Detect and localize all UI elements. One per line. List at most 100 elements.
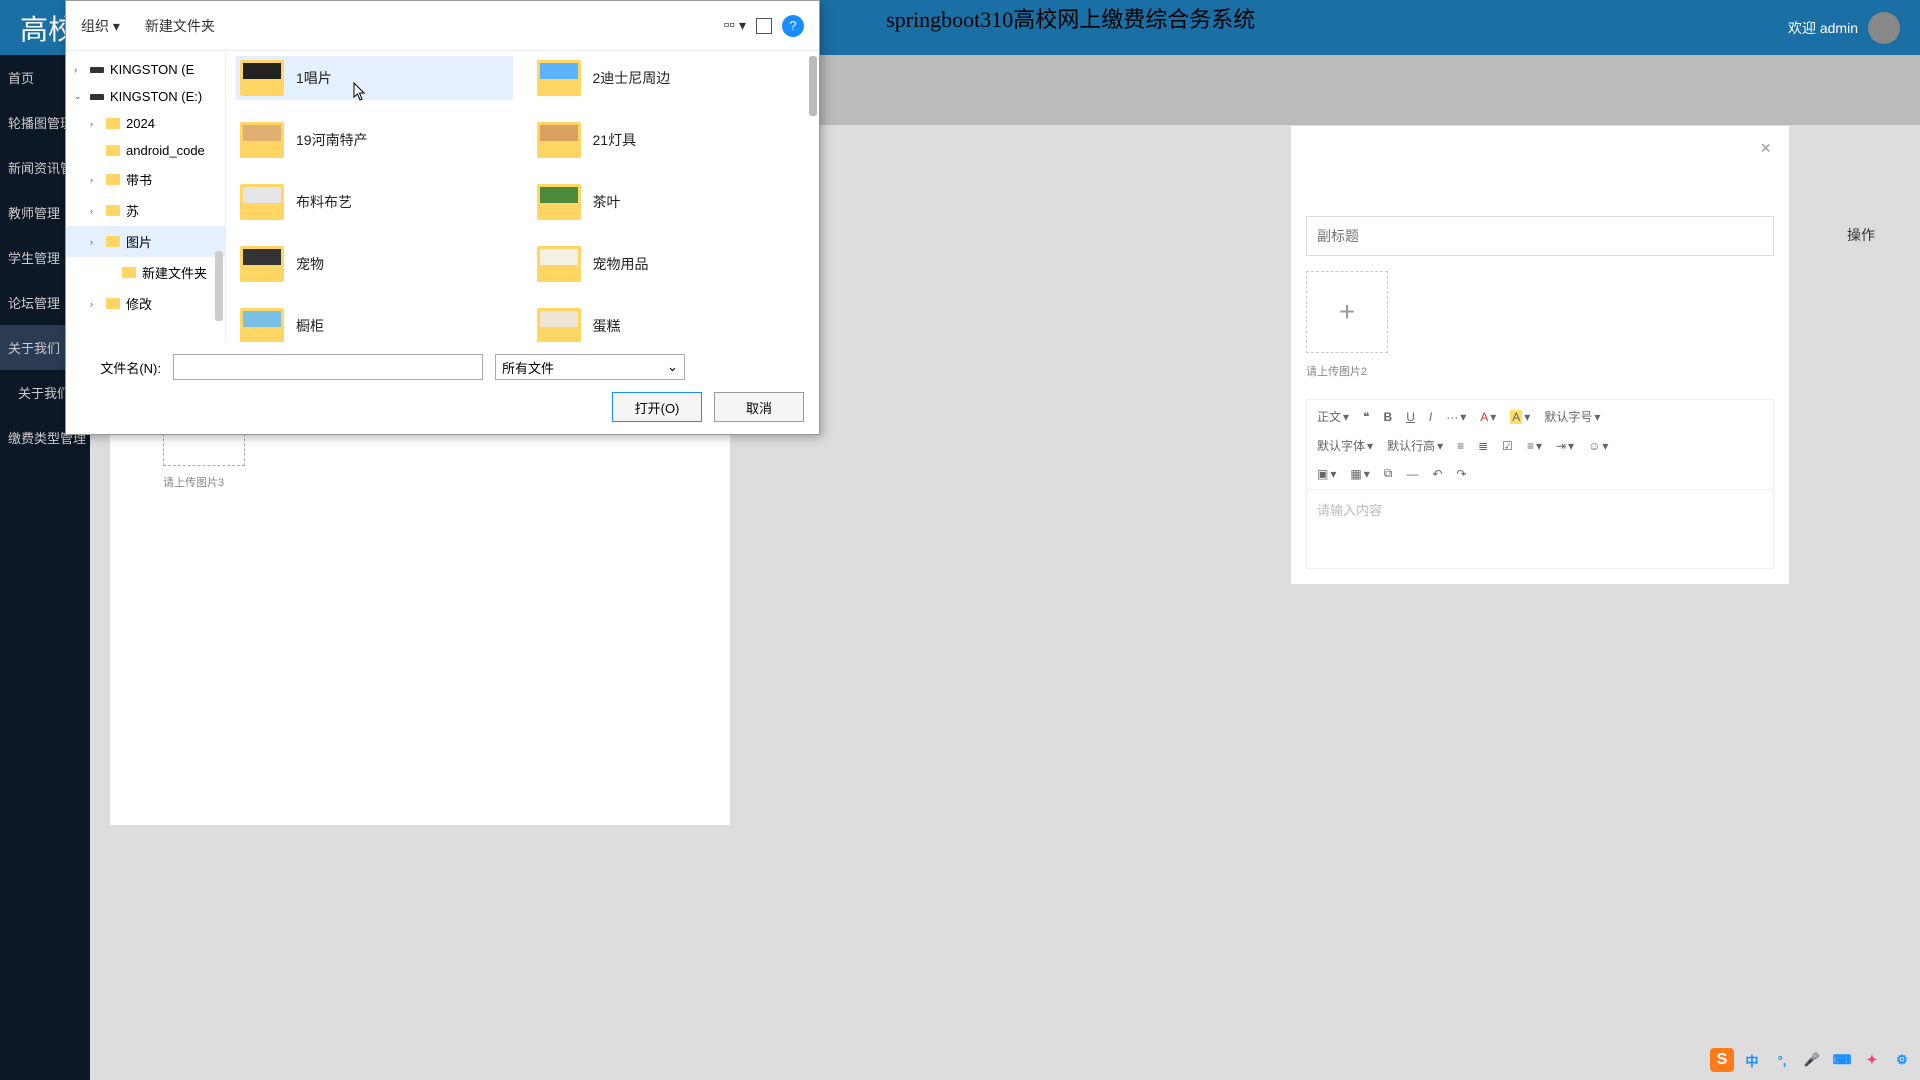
tb-bg-color[interactable]: A▾	[1504, 406, 1536, 428]
folder-thumb-icon	[240, 308, 284, 342]
file-item-label: 宠物用品	[593, 254, 649, 274]
subtitle-input[interactable]	[1306, 216, 1774, 256]
help-icon[interactable]: ?	[782, 15, 804, 37]
tb-paragraph[interactable]: 正文▾	[1311, 404, 1355, 429]
tb-font-size[interactable]: 默认字号▾	[1538, 404, 1606, 429]
tree-arrow-icon: ›	[90, 299, 100, 309]
fd-file-list: 1唱片 2迪士尼周边 19河南特产 21灯具布料布艺 茶叶宠物 宠物用品橱柜 蛋糕	[226, 51, 819, 342]
folder-thumb-icon	[537, 60, 581, 96]
fd-tree: ›KINGSTON (E⌄KINGSTON (E:)›2024android_c…	[66, 51, 226, 342]
upload-box-2[interactable]: +	[1306, 271, 1388, 353]
sidebar-item-label: 论坛管理	[8, 293, 60, 312]
filetype-select[interactable]: 所有文件⌄	[495, 354, 685, 380]
tree-node-4[interactable]: ›带书	[66, 164, 225, 195]
file-item-label: 蛋糕	[593, 316, 621, 336]
file-item-label: 19河南特产	[296, 130, 368, 150]
tb-underline[interactable]: U	[1400, 406, 1421, 428]
upload-3-label: 请上传图片3	[163, 474, 245, 490]
cancel-button[interactable]: 取消	[714, 392, 804, 422]
filename-input[interactable]	[173, 354, 483, 380]
page-title: springboot310高校网上缴费综合务系统	[886, 2, 1255, 34]
tree-node-3[interactable]: android_code	[66, 137, 225, 164]
file-item-0[interactable]: 1唱片	[236, 56, 513, 100]
tree-node-2[interactable]: ›2024	[66, 110, 225, 137]
ime-keyboard-icon[interactable]: ⌨	[1830, 1048, 1854, 1072]
folder-icon	[106, 174, 120, 185]
tb-indent[interactable]: ⇥▾	[1550, 435, 1580, 457]
drive-icon	[90, 67, 104, 73]
file-item-7[interactable]: 宠物用品	[533, 242, 810, 286]
file-item-label: 布料布艺	[296, 192, 352, 212]
tb-align[interactable]: ≡▾	[1521, 435, 1548, 457]
avatar[interactable]	[1868, 12, 1900, 44]
tb-ol[interactable]: ≣	[1472, 435, 1494, 457]
ime-sogou-icon[interactable]: S	[1710, 1048, 1734, 1072]
ime-tray: S 中 °, 🎤 ⌨ ✦ ⚙	[1710, 1048, 1914, 1072]
file-item-4[interactable]: 布料布艺	[236, 180, 513, 224]
tree-arrow-icon: ›	[90, 237, 100, 247]
tb-bold[interactable]: B	[1378, 406, 1399, 428]
fd-preview-toggle[interactable]	[756, 18, 772, 34]
tree-arrow-icon: ›	[90, 119, 100, 129]
tree-arrow-icon: ›	[90, 206, 100, 216]
tb-redo[interactable]: ↷	[1450, 463, 1472, 485]
tree-node-5[interactable]: ›苏	[66, 195, 225, 226]
tree-node-0[interactable]: ›KINGSTON (E	[66, 56, 225, 83]
tree-label: 图片	[126, 232, 152, 251]
open-button[interactable]: 打开(O)	[612, 392, 702, 422]
tb-line-height[interactable]: 默认行高▾	[1381, 433, 1449, 458]
close-icon[interactable]: ×	[1760, 138, 1771, 159]
tb-link[interactable]: ⧉	[1378, 462, 1399, 485]
file-item-8[interactable]: 橱柜	[236, 304, 513, 342]
tb-quote[interactable]: ❝	[1357, 406, 1375, 428]
tb-hr[interactable]: —	[1400, 463, 1424, 485]
tree-label: 苏	[126, 201, 139, 220]
folder-icon	[106, 118, 120, 129]
tree-label: 带书	[126, 170, 152, 189]
file-item-2[interactable]: 19河南特产	[236, 118, 513, 162]
file-item-5[interactable]: 茶叶	[533, 180, 810, 224]
ime-mic-icon[interactable]: 🎤	[1800, 1048, 1824, 1072]
file-item-6[interactable]: 宠物	[236, 242, 513, 286]
tb-ul[interactable]: ≡	[1451, 435, 1470, 457]
fd-organize[interactable]: 组织 ▾	[81, 16, 120, 36]
tree-node-8[interactable]: ›修改	[66, 288, 225, 319]
file-item-1[interactable]: 2迪士尼周边	[533, 56, 810, 100]
ime-settings-icon[interactable]: ⚙	[1890, 1048, 1914, 1072]
ime-puzzle-icon[interactable]: ✦	[1860, 1048, 1884, 1072]
tb-table[interactable]: ▦▾	[1344, 463, 1375, 485]
tree-node-7[interactable]: 新建文件夹	[66, 257, 225, 288]
editor-content[interactable]: 请输入内容	[1306, 489, 1774, 569]
fd-view-mode[interactable]: ▫▫▾	[724, 17, 746, 35]
fd-new-folder[interactable]: 新建文件夹	[145, 16, 215, 36]
file-item-3[interactable]: 21灯具	[533, 118, 810, 162]
upload-2-label: 请上传图片2	[1306, 363, 1774, 379]
folder-thumb-icon	[537, 122, 581, 158]
tree-node-1[interactable]: ⌄KINGSTON (E:)	[66, 83, 225, 110]
tb-emoji[interactable]: ☺▾	[1582, 435, 1614, 457]
ime-lang-icon[interactable]: 中	[1740, 1048, 1764, 1072]
tb-checklist[interactable]: ☑	[1496, 435, 1519, 457]
tb-font-family[interactable]: 默认字体▾	[1311, 433, 1379, 458]
tb-font-color[interactable]: A▾	[1474, 406, 1502, 428]
tree-arrow-icon: ⌄	[74, 91, 84, 102]
folder-thumb-icon	[537, 308, 581, 342]
tb-image[interactable]: ▣▾	[1311, 463, 1342, 485]
folder-icon	[106, 145, 120, 156]
folder-thumb-icon	[240, 246, 284, 282]
tb-italic[interactable]: I	[1423, 406, 1438, 428]
folder-icon	[122, 267, 136, 278]
tb-undo[interactable]: ↶	[1426, 463, 1448, 485]
file-item-9[interactable]: 蛋糕	[533, 304, 810, 342]
user-area[interactable]: 欢迎 admin	[1788, 12, 1900, 44]
ime-punct-icon[interactable]: °,	[1770, 1048, 1794, 1072]
sidebar-item-label: 轮播图管理	[8, 113, 73, 132]
welcome-text: 欢迎 admin	[1788, 18, 1858, 38]
tb-more[interactable]: ···▾	[1440, 406, 1472, 428]
tree-node-6[interactable]: › 图片	[66, 226, 225, 257]
sidebar-item-label: 首页	[8, 68, 34, 87]
file-item-label: 橱柜	[296, 316, 324, 336]
list-scrollbar[interactable]	[809, 56, 817, 116]
tree-scrollbar[interactable]	[215, 251, 223, 321]
fd-toolbar: 组织 ▾ 新建文件夹 ▫▫▾ ?	[66, 1, 819, 51]
